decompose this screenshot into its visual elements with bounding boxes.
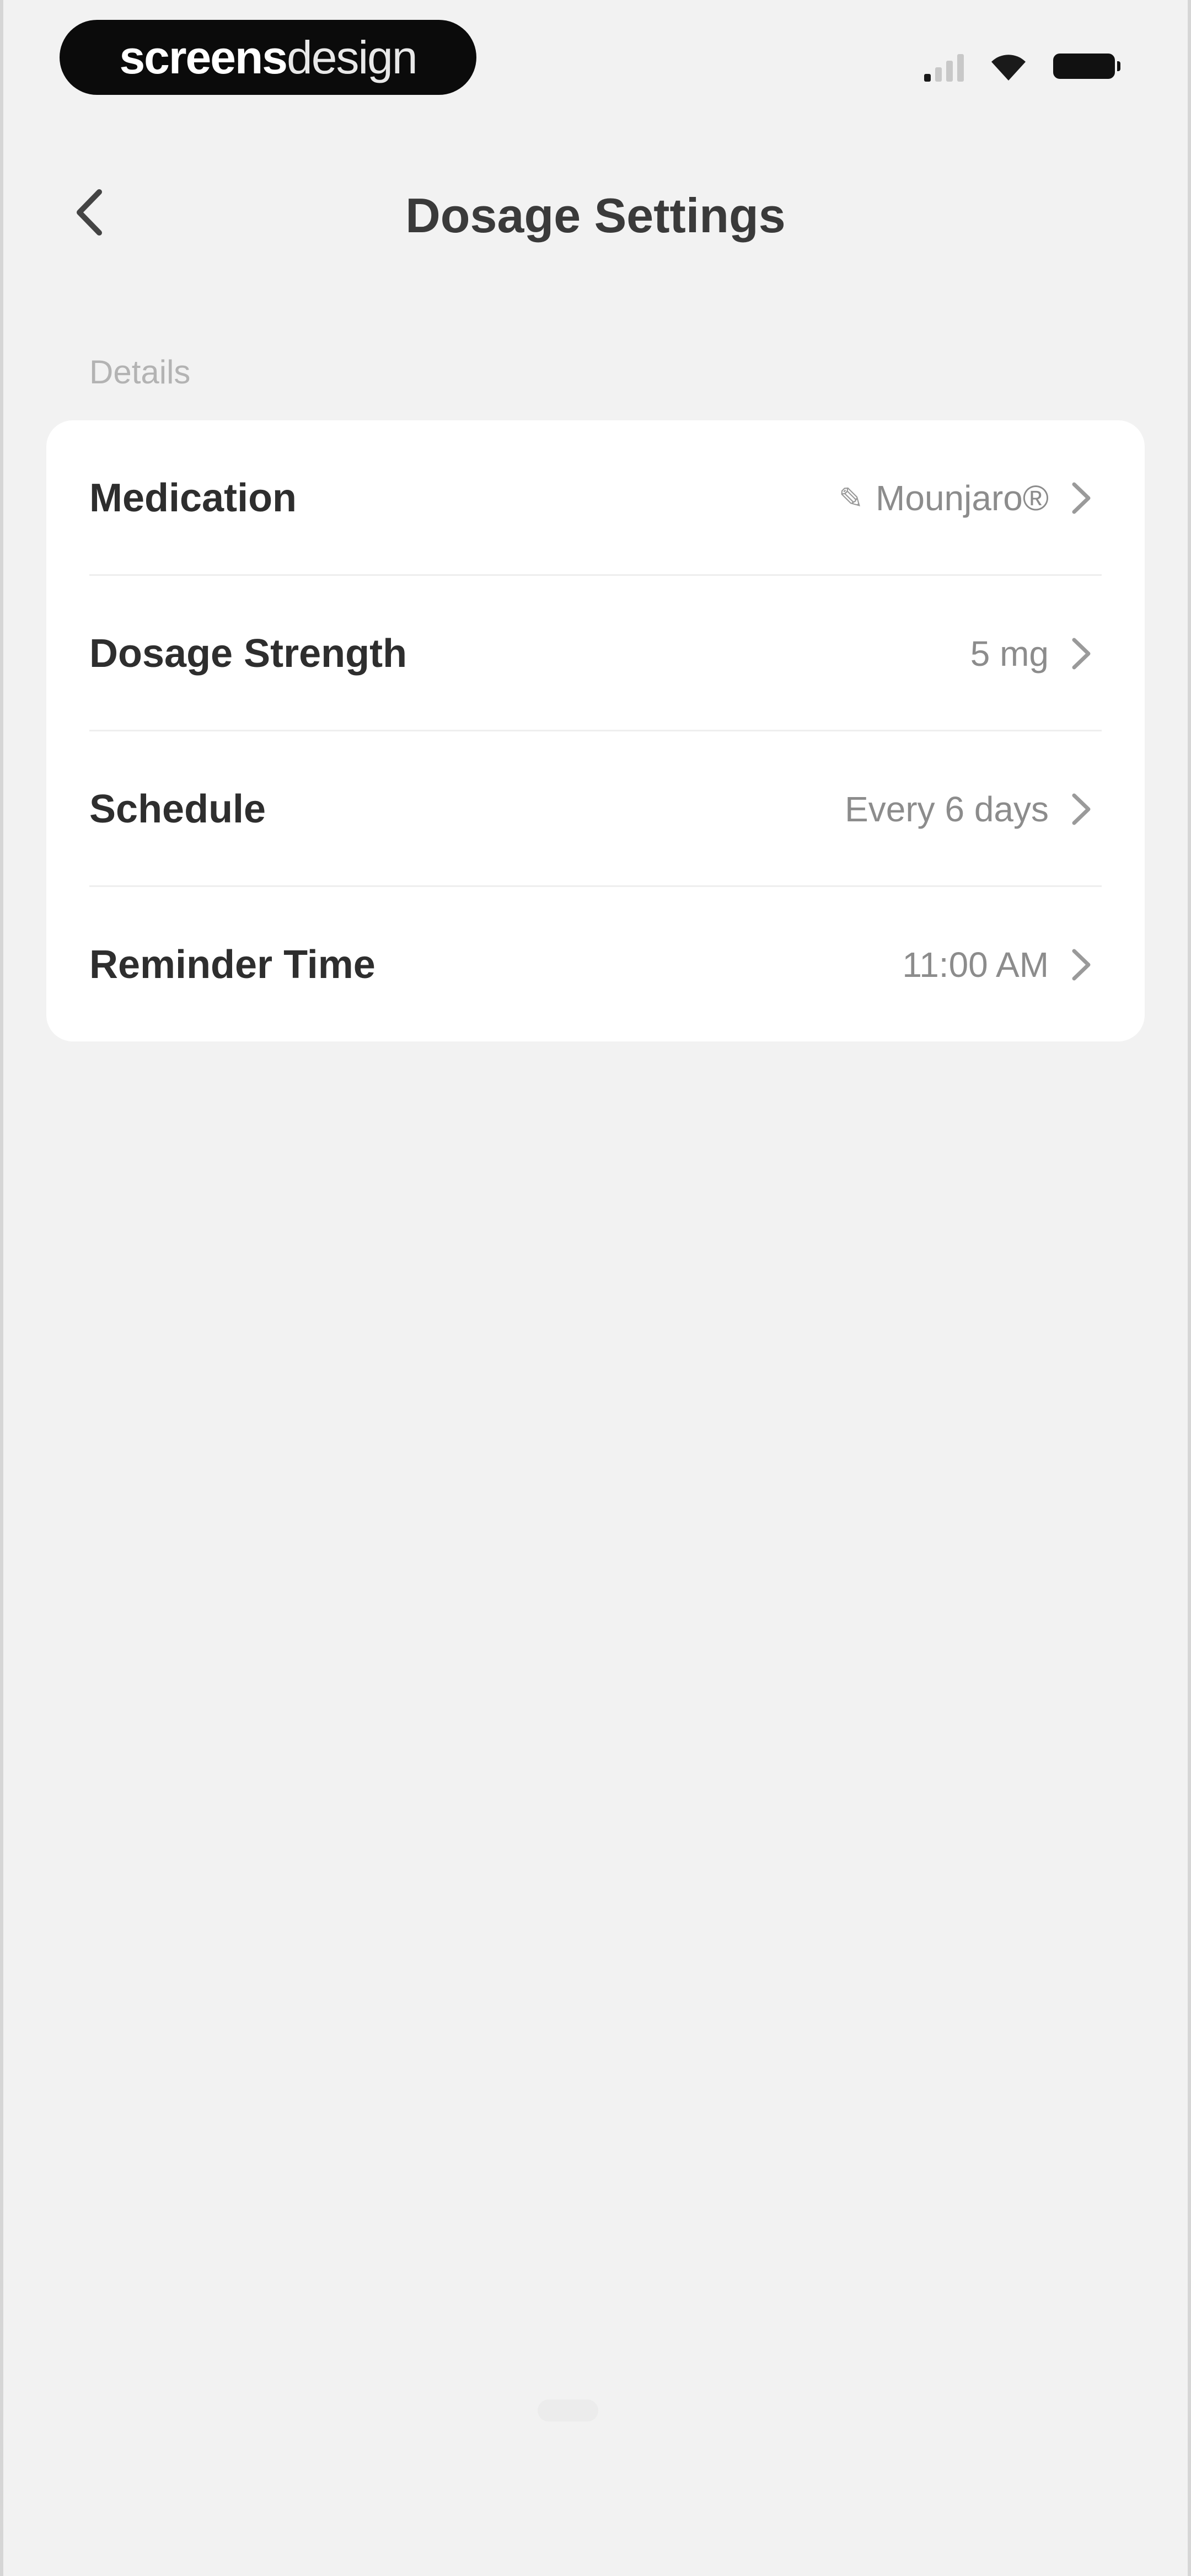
brand-badge: screens design — [60, 20, 476, 95]
chevron-right-icon — [1072, 949, 1091, 981]
reminder-time-value-group: 11:00 AM — [902, 944, 1094, 985]
status-icons — [924, 51, 1120, 82]
chevron-right-icon — [1072, 482, 1091, 514]
frame-edge-right — [1188, 0, 1191, 2576]
schedule-value: Every 6 days — [845, 789, 1049, 829]
medication-value: Mounjaro® — [876, 478, 1049, 518]
chevron-right-icon — [1072, 793, 1091, 825]
dosage-strength-label: Dosage Strength — [89, 632, 407, 676]
brand-light-text: design — [287, 31, 418, 83]
section-label-details: Details — [89, 354, 191, 391]
dosage-strength-value: 5 mg — [970, 634, 1049, 674]
page-title: Dosage Settings — [405, 188, 786, 243]
medication-label: Medication — [89, 476, 297, 520]
wifi-icon — [991, 55, 1026, 81]
battery-icon — [1053, 54, 1120, 79]
medication-row[interactable]: Medication ✎ Mounjaro® — [46, 420, 1145, 576]
reminder-time-row[interactable]: Reminder Time 11:00 AM — [46, 887, 1145, 1043]
chevron-right-icon — [1072, 638, 1091, 670]
schedule-row[interactable]: Schedule Every 6 days — [46, 731, 1145, 887]
cellular-signal-icon — [924, 51, 964, 82]
schedule-label: Schedule — [89, 787, 266, 831]
settings-card: Medication ✎ Mounjaro® Dosage Strength 5… — [46, 420, 1145, 1041]
status-bar: screens design — [0, 0, 1191, 121]
frame-edge-left — [0, 0, 3, 2576]
nav-header: Dosage Settings — [0, 165, 1191, 265]
schedule-value-group: Every 6 days — [845, 789, 1094, 830]
medication-value-group: ✎ Mounjaro® — [839, 478, 1094, 519]
dosage-strength-row[interactable]: Dosage Strength 5 mg — [46, 576, 1145, 731]
home-indicator — [538, 2399, 598, 2422]
dosage-strength-value-group: 5 mg — [970, 633, 1094, 674]
reminder-time-value: 11:00 AM — [902, 945, 1049, 985]
reminder-time-label: Reminder Time — [89, 943, 375, 987]
brand-bold-text: screens — [119, 31, 288, 83]
pencil-icon: ✎ — [838, 482, 864, 515]
